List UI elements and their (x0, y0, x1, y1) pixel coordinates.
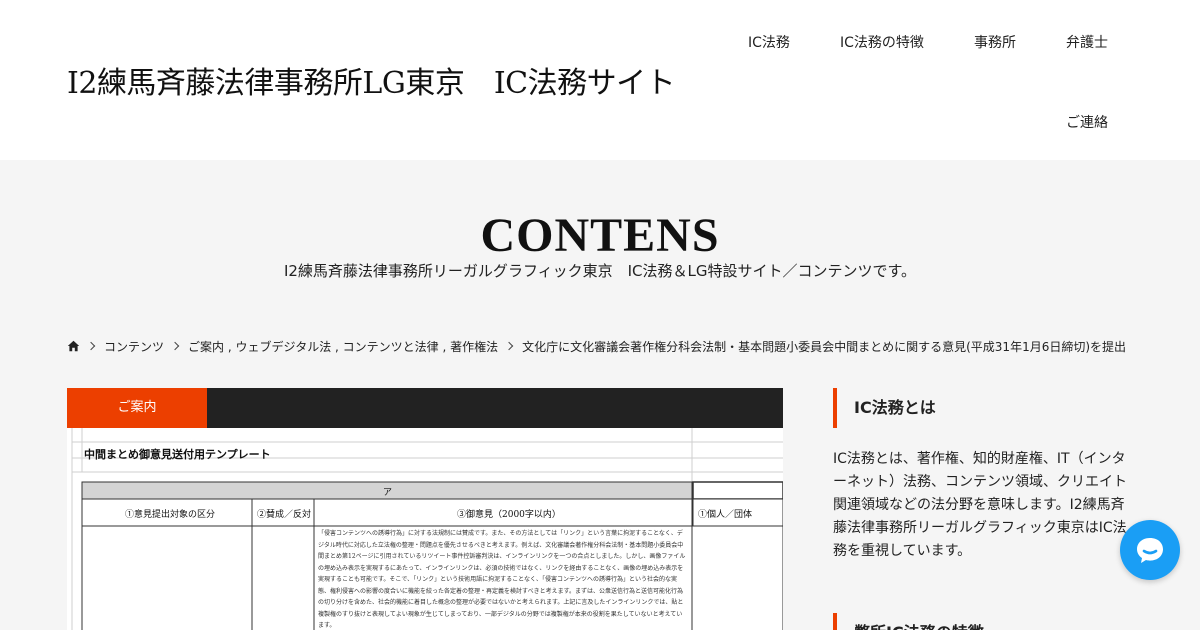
article-card[interactable]: ご案内 中間まとめ御意見送付用テンプレート ア ①意見提出対象の区分 ②賛成／反… (67, 388, 783, 630)
home-icon[interactable] (67, 340, 80, 352)
article-thumbnail: 中間まとめ御意見送付用テンプレート ア ①意見提出対象の区分 ②賛成／反対 ③御… (67, 428, 783, 630)
chat-icon (1137, 538, 1163, 563)
document-col-2: ②賛成／反対 (257, 510, 312, 520)
site-header: I2練馬斉藤法律事務所LG東京 IC法務サイト IC法務 IC法務の特徴 事務所… (0, 0, 1200, 160)
breadcrumb-contents[interactable]: コンテンツ (104, 338, 164, 355)
page-title: CONTENS (480, 209, 720, 262)
breadcrumb-current: 文化庁に文化審議会著作権分科会法制・基本問題小委員会中間まとめに関する意見(平成… (522, 339, 1127, 354)
site-title[interactable]: I2練馬斉藤法律事務所LG東京 IC法務サイト (67, 58, 676, 102)
document-col-1: ①意見提出対象の区分 (125, 510, 216, 520)
widget-body-ic-legal: IC法務とは、著作権、知的財産権、IT（インターネット）法務、コンテンツ領域、ク… (833, 451, 1127, 559)
page-subtitle: I2練馬斉藤法律事務所リーガルグラフィック東京 IC法務＆LG特設サイト／コンテ… (283, 262, 917, 280)
nav-contact[interactable]: ご連絡 (1066, 112, 1108, 132)
widget-title-ic-legal: IC法務とは (833, 388, 1133, 428)
contents-section: CONTENS I2練馬斉藤法律事務所リーガルグラフィック東京 IC法務＆LG特… (0, 160, 1200, 630)
document-section-label: ア (383, 488, 393, 498)
widget-title-features: 弊所IC法務の特徴 (833, 613, 1133, 630)
document-title: 中間まとめ御意見送付用テンプレート (84, 448, 271, 461)
document-col-4: ①個人／団体 (698, 510, 753, 520)
nav-lawyer[interactable]: 弁護士 (1066, 32, 1108, 52)
chat-button[interactable] (1120, 520, 1180, 580)
chevron-right-icon (86, 341, 96, 351)
chevron-right-icon (170, 341, 180, 351)
document-col-3: ③御意見（2000字以内） (457, 510, 561, 520)
nav-office[interactable]: 事務所 (974, 32, 1016, 52)
category-label[interactable]: ご案内 (67, 388, 207, 428)
sidebar: IC法務とは IC法務とは、著作権、知的財産権、IT（インターネット）法務、コン… (833, 388, 1133, 630)
breadcrumb-categories[interactable]: ご案内 , ウェブデジタル法 , コンテンツと法律 , 著作権法 (188, 338, 498, 355)
document-body-text: 「侵害コンテンツへの誘導行為」に対する法規制には賛成です。また、その方法としては… (318, 530, 686, 628)
breadcrumb: コンテンツ ご案内 , ウェブデジタル法 , コンテンツと法律 , 著作権法 文… (67, 338, 1126, 354)
nav-ic-legal[interactable]: IC法務 (748, 32, 790, 52)
nav-ic-features[interactable]: IC法務の特徴 (840, 32, 924, 52)
chevron-right-icon (504, 341, 514, 351)
